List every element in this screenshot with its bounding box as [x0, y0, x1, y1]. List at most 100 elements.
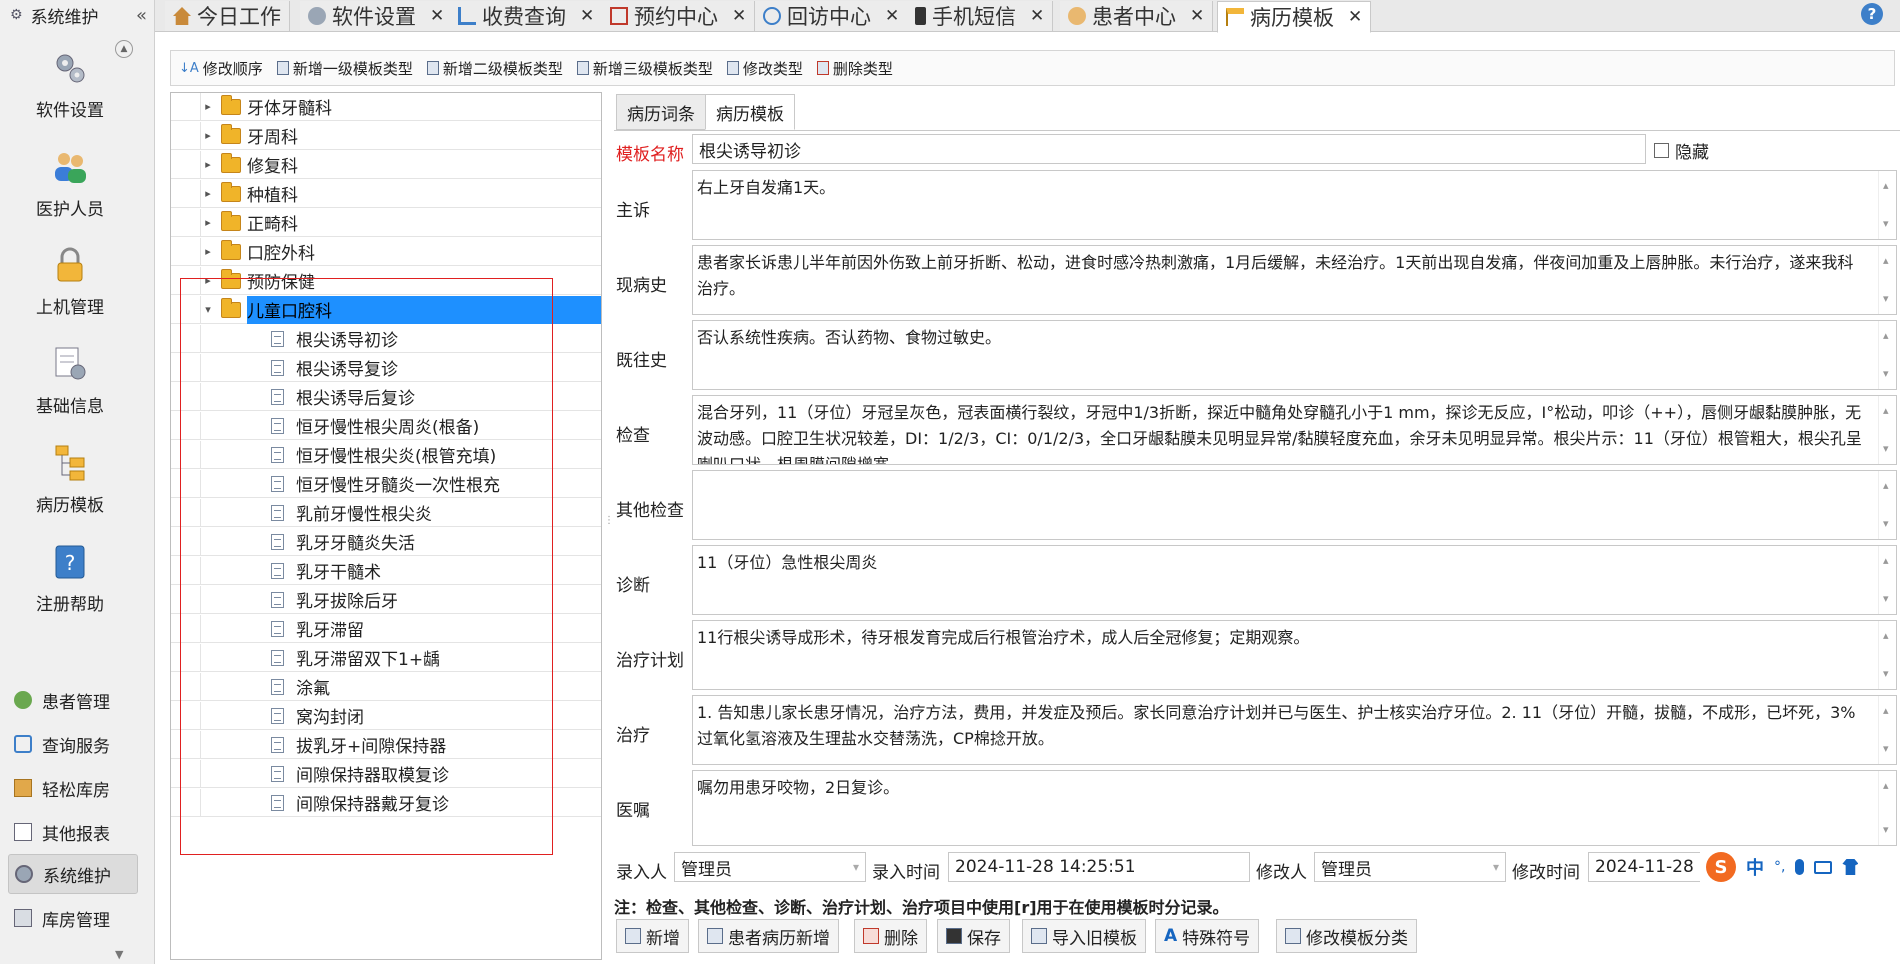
- sidebar-item-medical-staff[interactable]: 医护人员: [0, 145, 140, 220]
- tab-label: 病历模板: [1250, 6, 1334, 30]
- scrollbar[interactable]: [1878, 546, 1896, 614]
- tree-folder[interactable]: ▸ 口腔外科: [171, 237, 601, 266]
- template-name-input[interactable]: 根尖诱导初诊: [692, 134, 1646, 164]
- add-level2-icon: [426, 61, 439, 75]
- scrollbar[interactable]: [1878, 621, 1896, 689]
- other-exam-textarea[interactable]: [692, 470, 1897, 540]
- add-level1-type-button[interactable]: 新增一级模板类型: [276, 58, 413, 79]
- skin-icon[interactable]: [1842, 859, 1859, 875]
- tab-record-templates[interactable]: 病历模板: [705, 94, 795, 130]
- treatment-plan-textarea[interactable]: 11行根尖诱导成形术，待牙根发育完成后行根管治疗术，成人后全冠修复；定期观察。: [692, 620, 1897, 690]
- scrollbar[interactable]: [1878, 171, 1896, 239]
- close-icon[interactable]: ✕: [1348, 7, 1362, 27]
- sidebar-item-record-template[interactable]: 病历模板: [0, 441, 140, 516]
- tab-fee-query[interactable]: 收费查询 ✕: [450, 1, 604, 31]
- tab-record-template[interactable]: 病历模板 ✕: [1217, 1, 1372, 33]
- tree-folder[interactable]: ▸ 修复科: [171, 150, 601, 179]
- tab-patient-center[interactable]: 患者中心 ✕: [1060, 1, 1214, 31]
- present-illness-textarea[interactable]: 患者家长诉患儿半年前因外伤致上前牙折断、松动，进食时感冷热刺激痛，1月后缓解，未…: [692, 245, 1897, 315]
- add-button[interactable]: 新增: [616, 919, 689, 953]
- patient-record-add-button[interactable]: 患者病历新增: [698, 919, 839, 953]
- entry-time-field[interactable]: 2024-11-28 14:25:51: [948, 852, 1250, 882]
- ime-mode-label[interactable]: 中: [1746, 854, 1764, 880]
- sidebar-item-system-maintenance[interactable]: 系统维护: [8, 854, 138, 894]
- sidebar-item-software-settings[interactable]: 软件设置: [0, 46, 140, 121]
- tab-software-settings[interactable]: 软件设置 ✕: [300, 1, 454, 31]
- tab-label: 软件设置: [332, 5, 416, 29]
- delete-button[interactable]: 删除: [854, 919, 927, 953]
- modify-time-field[interactable]: 2024-11-28 1: [1588, 852, 1718, 882]
- examination-textarea[interactable]: 混合牙列，11（牙位）牙冠呈灰色，冠表面横行裂纹，牙冠中1/3折断，探近中髓角处…: [692, 395, 1897, 465]
- expand-arrow-icon[interactable]: ▸: [201, 245, 215, 258]
- scrollbar[interactable]: [1878, 396, 1896, 464]
- delete-type-button[interactable]: 删除类型: [816, 58, 893, 79]
- sidebar-item-login-management[interactable]: 上机管理: [0, 243, 140, 318]
- gear-icon: [308, 7, 326, 25]
- help-icon: ?: [48, 540, 92, 584]
- gear-doc-icon: [48, 342, 92, 386]
- scroll-down-icon[interactable]: ▼: [115, 948, 123, 961]
- expand-arrow-icon[interactable]: ▸: [201, 158, 215, 171]
- search-icon: [14, 735, 32, 753]
- special-symbol-button[interactable]: A 特殊符号: [1155, 919, 1260, 953]
- scrollbar[interactable]: [1878, 696, 1896, 764]
- sidebar-item-other-reports[interactable]: 其他报表: [8, 812, 138, 852]
- sidebar-item-registration-help[interactable]: ? 注册帮助: [0, 540, 140, 615]
- scrollbar[interactable]: [1878, 246, 1896, 314]
- tree-folder[interactable]: ▸ 正畸科: [171, 208, 601, 237]
- sidebar-item-query-service[interactable]: 查询服务: [8, 724, 138, 764]
- import-old-template-button[interactable]: 导入旧模板: [1022, 919, 1146, 953]
- past-history-textarea[interactable]: 否认系统性疾病。否认药物、食物过敏史。: [692, 320, 1897, 390]
- folder-icon: [221, 94, 241, 115]
- chief-complaint-textarea[interactable]: 右上牙自发痛1天。: [692, 170, 1897, 240]
- expand-arrow-icon[interactable]: ▸: [201, 100, 215, 113]
- tab-follow-up-center[interactable]: 回访中心 ✕: [755, 1, 909, 31]
- keyboard-icon[interactable]: [1814, 860, 1833, 874]
- tree-folder[interactable]: ▸ 种植科: [171, 179, 601, 208]
- ime-punct-icon[interactable]: °,: [1774, 859, 1785, 875]
- save-button[interactable]: 保存: [937, 919, 1010, 953]
- hide-checkbox[interactable]: [1654, 143, 1669, 158]
- add-level2-type-button[interactable]: 新增二级模板类型: [426, 58, 563, 79]
- sidebar-item-patient-management[interactable]: 患者管理: [8, 680, 138, 720]
- edit-type-button[interactable]: 修改类型: [726, 58, 803, 79]
- close-icon[interactable]: ✕: [430, 6, 444, 26]
- scrollbar[interactable]: [1878, 771, 1896, 845]
- modifier-select[interactable]: 管理员 ▾: [1314, 852, 1506, 882]
- treatment-textarea[interactable]: 1. 告知患儿家长患牙情况，治疗方法，费用，并发症及预后。家长同意治疗计划并已与…: [692, 695, 1897, 765]
- tree-folder[interactable]: ▸ 牙体牙髓科: [171, 92, 601, 121]
- close-icon[interactable]: ✕: [1030, 6, 1044, 26]
- present-illness-label: 现病史: [616, 276, 667, 296]
- splitter-handle[interactable]: ⋮: [604, 515, 614, 526]
- expand-arrow-icon[interactable]: ▸: [201, 187, 215, 200]
- scrollbar[interactable]: [1878, 321, 1896, 389]
- expand-arrow-icon[interactable]: ▸: [201, 129, 215, 142]
- close-icon[interactable]: ✕: [732, 6, 746, 26]
- hide-checkbox-group[interactable]: 隐藏: [1654, 138, 1709, 163]
- help-button[interactable]: ?: [1861, 3, 1883, 25]
- treatment-plan-label: 治疗计划: [616, 651, 684, 671]
- scrollbar[interactable]: [1878, 471, 1896, 539]
- delete-icon: [863, 928, 879, 944]
- tree-folder[interactable]: ▸ 牙周科: [171, 121, 601, 150]
- close-icon[interactable]: ✕: [1190, 6, 1204, 26]
- sidebar-item-basic-info[interactable]: 基础信息: [0, 342, 140, 417]
- entry-person-select[interactable]: 管理员 ▾: [674, 852, 866, 882]
- tab-today-work[interactable]: 今日工作: [165, 1, 290, 31]
- close-icon[interactable]: ✕: [580, 6, 594, 26]
- sidebar-item-warehouse-management[interactable]: 库房管理: [8, 898, 138, 938]
- edit-template-category-button[interactable]: 修改模板分类: [1276, 919, 1417, 953]
- diagnosis-textarea[interactable]: 11（牙位）急性根尖周炎: [692, 545, 1897, 615]
- expand-arrow-icon[interactable]: ▸: [201, 216, 215, 229]
- tab-appointment-center[interactable]: 预约中心 ✕: [602, 1, 756, 31]
- close-icon[interactable]: ✕: [885, 6, 899, 26]
- reorder-button[interactable]: ↓A 修改顺序: [179, 58, 263, 79]
- microphone-icon[interactable]: [1795, 859, 1805, 875]
- sidebar-item-easy-warehouse[interactable]: 轻松库房: [8, 768, 138, 808]
- doctor-advice-textarea[interactable]: 嘱勿用患牙咬物，2日复诊。: [692, 770, 1897, 846]
- tab-record-entries[interactable]: 病历词条: [616, 94, 706, 130]
- tab-sms[interactable]: 手机短信 ✕: [907, 1, 1054, 31]
- add-level3-type-button[interactable]: 新增三级模板类型: [576, 58, 713, 79]
- ime-toolbar[interactable]: S 中 °,: [1700, 850, 1900, 884]
- collapse-icon[interactable]: «: [136, 5, 147, 26]
